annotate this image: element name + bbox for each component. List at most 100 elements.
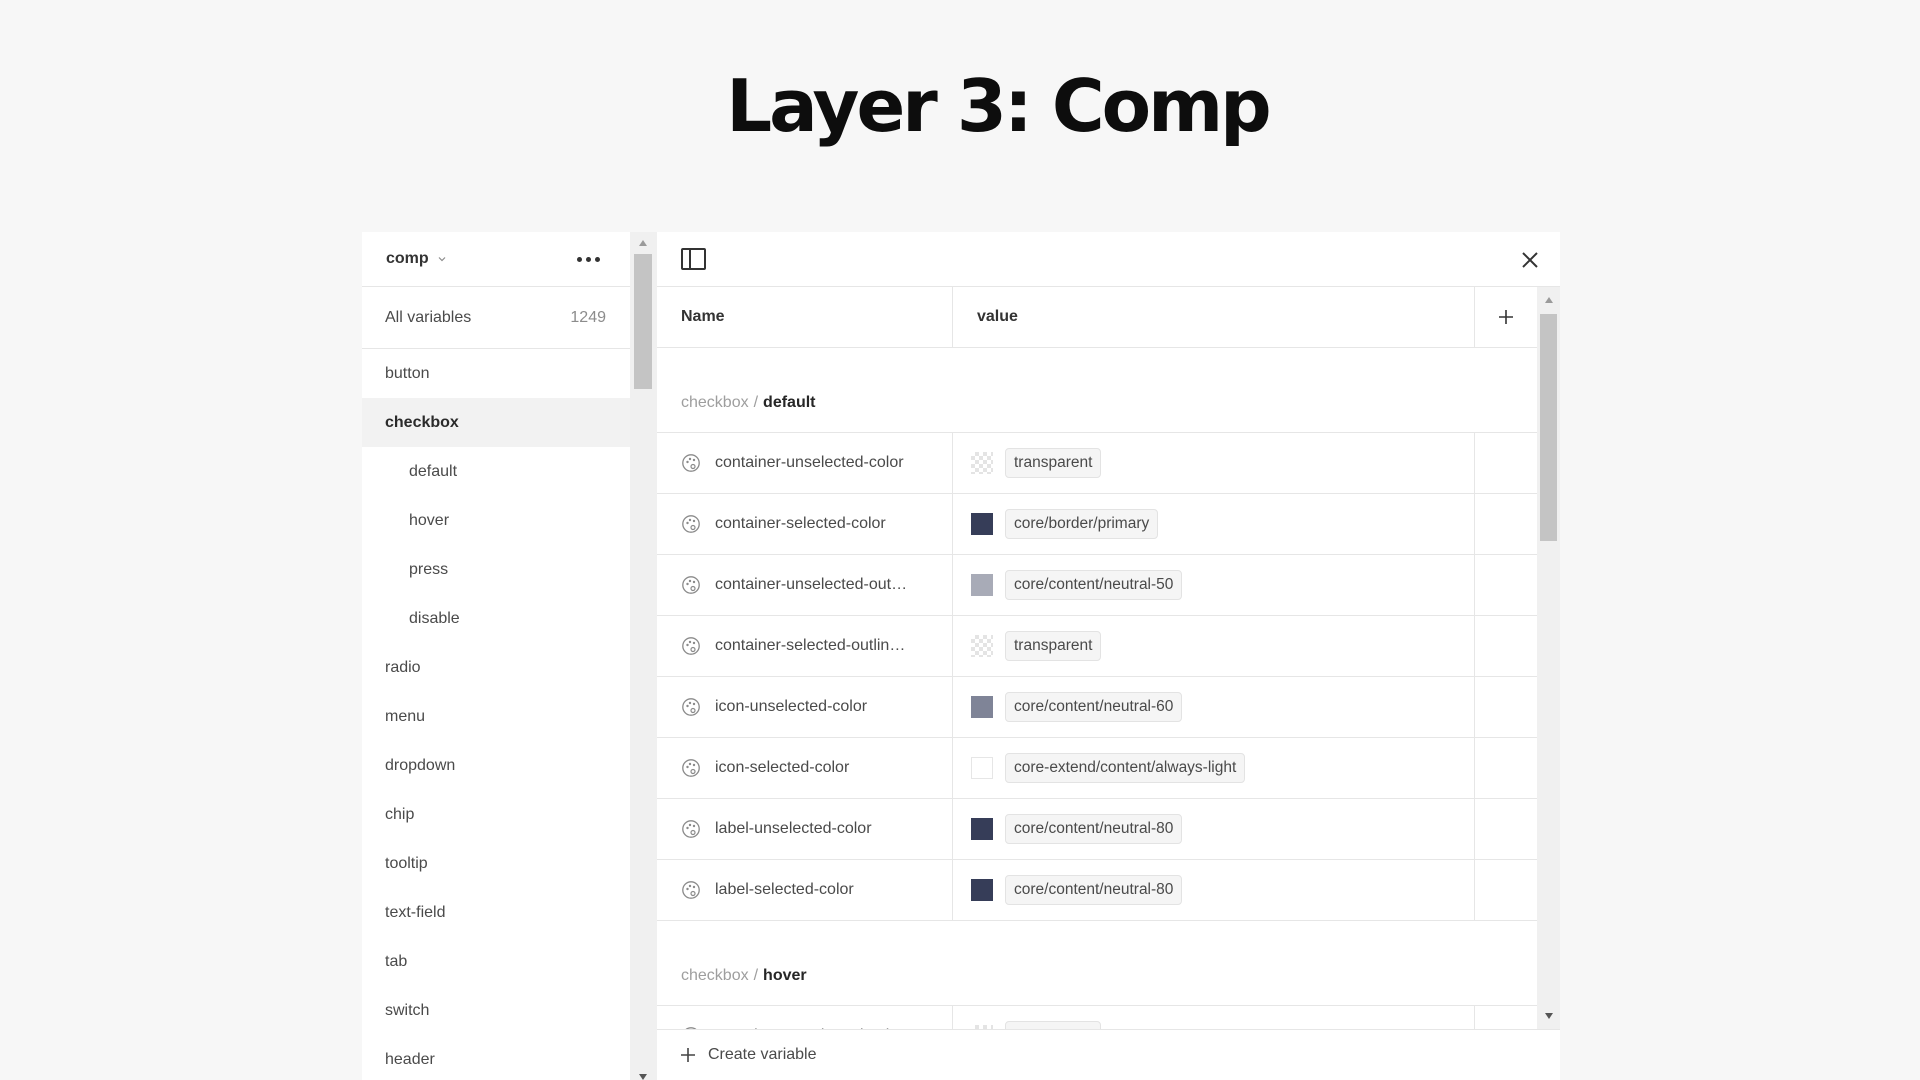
create-variable-button[interactable]: Create variable xyxy=(657,1029,1560,1080)
collections-sidebar: comp All variables 1249 button checkbox de… xyxy=(362,232,630,1080)
sidebar-item-tooltip[interactable]: tooltip xyxy=(362,839,630,888)
column-header-value[interactable]: value xyxy=(953,287,1475,347)
group-header: checkbox / hover xyxy=(657,921,1537,1006)
variable-name-cell[interactable]: container-unselected-color xyxy=(657,433,953,493)
sidebar-item-chip[interactable]: chip xyxy=(362,790,630,839)
variable-name-cell[interactable]: container-unselected-out… xyxy=(657,555,953,615)
sidebar-item-disable[interactable]: disable xyxy=(362,594,630,643)
variables-table: Name value checkbox / default container-uns… xyxy=(657,287,1537,1029)
alias-pill[interactable]: transparent xyxy=(1005,631,1102,661)
alias-pill[interactable]: transparent xyxy=(1005,448,1102,478)
scroll-up-icon[interactable] xyxy=(1545,297,1553,303)
palette-icon xyxy=(681,636,701,656)
color-swatch xyxy=(971,879,993,901)
variables-panel: Name value checkbox / default container-uns… xyxy=(657,232,1560,1080)
sidebar-item-label: switch xyxy=(385,1001,430,1019)
sidebar-item-dropdown[interactable]: dropdown xyxy=(362,741,630,790)
close-icon[interactable] xyxy=(1518,248,1542,272)
alias-pill[interactable]: transparent xyxy=(1005,1021,1102,1029)
extra-cell xyxy=(1475,433,1537,493)
group-header: checkbox / default xyxy=(657,348,1537,433)
table-header: Name value xyxy=(657,287,1537,348)
column-header-name[interactable]: Name xyxy=(657,287,953,347)
scrollbar-thumb[interactable] xyxy=(634,254,652,389)
color-swatch xyxy=(971,513,993,535)
variable-value-cell[interactable]: core-extend/content/always-light xyxy=(953,738,1475,798)
sidebar-item-switch[interactable]: switch xyxy=(362,986,630,1035)
variable-name-cell[interactable]: container-selected-color xyxy=(657,494,953,554)
palette-icon xyxy=(681,880,701,900)
sidebar-item-label: hover xyxy=(409,511,450,529)
sidebar-item-tab[interactable]: tab xyxy=(362,937,630,986)
sidebar-item-button[interactable]: button xyxy=(362,349,630,398)
table-row[interactable]: container-unselected-color transparent xyxy=(657,433,1537,494)
group-name: default xyxy=(763,394,816,411)
extra-cell xyxy=(1475,677,1537,737)
alias-pill[interactable]: core-extend/content/always-light xyxy=(1005,753,1246,783)
palette-icon xyxy=(681,575,701,595)
variable-value-cell[interactable]: core/border/primary xyxy=(953,494,1475,554)
table-scrollbar[interactable] xyxy=(1537,287,1560,1029)
palette-icon xyxy=(681,758,701,778)
table-row[interactable]: container-unselected-color transparent xyxy=(657,1006,1537,1029)
alias-pill[interactable]: core/content/neutral-80 xyxy=(1005,814,1183,844)
table-row[interactable]: label-unselected-color core/content/neutr… xyxy=(657,799,1537,860)
variable-value-cell[interactable]: transparent xyxy=(953,433,1475,493)
variable-value-cell[interactable]: core/content/neutral-50 xyxy=(953,555,1475,615)
sidebar-item-label: button xyxy=(385,364,430,382)
variable-name-cell[interactable]: icon-unselected-color xyxy=(657,677,953,737)
scroll-down-icon[interactable] xyxy=(639,1074,647,1080)
variable-name-cell[interactable]: container-selected-outlin… xyxy=(657,616,953,676)
variable-value-cell[interactable]: core/content/neutral-60 xyxy=(953,677,1475,737)
sidebar-scrollbar[interactable] xyxy=(630,232,657,1080)
sidebar-header: comp xyxy=(362,232,630,287)
all-variables-count: 1249 xyxy=(570,308,606,326)
table-row[interactable]: icon-selected-color core-extend/content/a… xyxy=(657,738,1537,799)
more-options-icon[interactable] xyxy=(571,251,606,268)
variable-name-cell[interactable]: label-unselected-color xyxy=(657,799,953,859)
scrollbar-thumb[interactable] xyxy=(1540,314,1557,541)
scroll-up-icon[interactable] xyxy=(639,240,647,246)
all-variables-item[interactable]: All variables 1249 xyxy=(362,287,630,349)
sidebar-item-text-field[interactable]: text-field xyxy=(362,888,630,937)
table-row[interactable]: container-unselected-out… core/content/ne… xyxy=(657,555,1537,616)
sidebar-item-label: tooltip xyxy=(385,854,428,872)
variable-name-cell[interactable]: icon-selected-color xyxy=(657,738,953,798)
extra-cell xyxy=(1475,1006,1537,1029)
scroll-down-icon[interactable] xyxy=(1545,1013,1553,1019)
plus-icon xyxy=(1499,310,1513,324)
group-separator: / xyxy=(753,967,759,984)
sidebar-item-menu[interactable]: menu xyxy=(362,692,630,741)
variable-name-cell[interactable]: container-unselected-color xyxy=(657,1006,953,1029)
variable-value-cell[interactable]: transparent xyxy=(953,1006,1475,1029)
sidebar-item-press[interactable]: press xyxy=(362,545,630,594)
sidebar-item-label: header xyxy=(385,1050,435,1068)
table-row[interactable]: label-selected-color core/content/neutral… xyxy=(657,860,1537,921)
table-row[interactable]: container-selected-outlin… transparent xyxy=(657,616,1537,677)
table-row[interactable]: icon-unselected-color core/content/neutra… xyxy=(657,677,1537,738)
sidebar-item-hover[interactable]: hover xyxy=(362,496,630,545)
variable-value-cell[interactable]: transparent xyxy=(953,616,1475,676)
variable-value-cell[interactable]: core/content/neutral-80 xyxy=(953,860,1475,920)
alias-pill[interactable]: core/border/primary xyxy=(1005,509,1159,539)
sidebar-item-label: disable xyxy=(409,609,460,627)
sidebar-item-checkbox[interactable]: checkbox xyxy=(362,398,630,447)
collection-selector[interactable]: comp xyxy=(386,250,447,268)
variable-name-cell[interactable]: label-selected-color xyxy=(657,860,953,920)
table-row[interactable]: container-selected-color core/border/prim… xyxy=(657,494,1537,555)
sidebar-item-default[interactable]: default xyxy=(362,447,630,496)
variable-value-cell[interactable]: core/content/neutral-80 xyxy=(953,799,1475,859)
variable-name: container-unselected-out… xyxy=(715,576,908,593)
color-swatch xyxy=(971,574,993,596)
alias-pill[interactable]: core/content/neutral-50 xyxy=(1005,570,1183,600)
sidebar-item-label: text-field xyxy=(385,903,446,921)
alias-pill[interactable]: core/content/neutral-80 xyxy=(1005,875,1183,905)
toggle-sidebar-icon[interactable] xyxy=(681,248,706,270)
alias-pill[interactable]: core/content/neutral-60 xyxy=(1005,692,1183,722)
group-name: hover xyxy=(763,967,807,984)
extra-cell xyxy=(1475,555,1537,615)
add-mode-button[interactable] xyxy=(1475,287,1537,347)
sidebar-item-header[interactable]: header xyxy=(362,1035,630,1080)
sidebar-item-radio[interactable]: radio xyxy=(362,643,630,692)
extra-cell xyxy=(1475,799,1537,859)
